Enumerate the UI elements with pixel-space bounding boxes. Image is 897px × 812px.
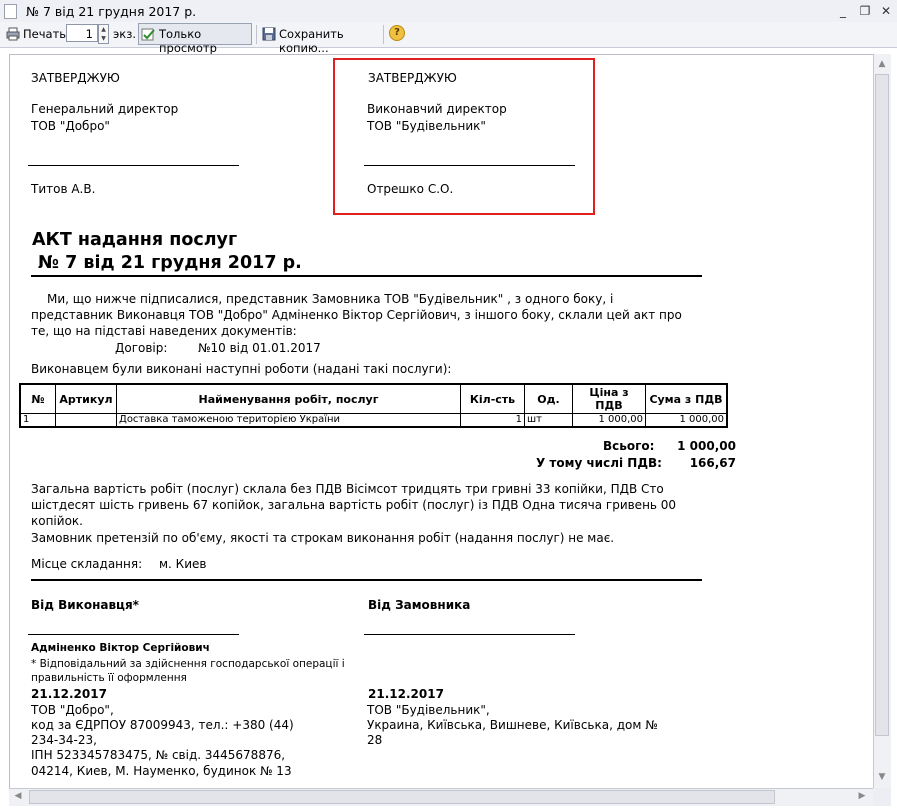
col-number: № <box>19 383 56 414</box>
services-table: № Артикул Найменування робіт, послуг Кіл… <box>19 383 728 428</box>
horizontal-scroll-thumb[interactable] <box>29 790 775 804</box>
chevron-down-icon[interactable]: ▼ <box>99 34 108 43</box>
approve-right-signer: Отрешко С.О. <box>367 182 454 196</box>
intro-text: Ми, що нижче підписалися, представник За… <box>47 292 614 306</box>
copies-spinner[interactable]: ▲ ▼ <box>98 24 109 44</box>
floppy-disk-icon <box>262 27 276 41</box>
minimize-button[interactable]: _ <box>834 3 852 19</box>
scroll-corner <box>873 788 891 806</box>
executor-address: 04214, Киев, М. Науменко, будинок № 13 <box>31 764 292 778</box>
col-article: Артикул <box>55 383 117 414</box>
signature-line <box>364 634 575 635</box>
title-bar: № 7 від 21 грудня 2017 р. _ ❐ ✕ <box>0 0 897 23</box>
cell-sum: 1 000,00 <box>645 413 728 428</box>
col-sum: Сума з ПДВ <box>645 383 728 414</box>
vat-label: У тому числі ПДВ: <box>536 456 662 470</box>
executor-address: код за ЄДРПОУ 87009943, тел.: +380 (44) <box>31 718 294 732</box>
customer-heading: Від Замовника <box>368 598 471 612</box>
restore-button[interactable]: ❐ <box>856 3 874 19</box>
save-copy-label: Сохранить копию... <box>279 27 344 55</box>
total-value: 1 000,00 <box>677 439 736 453</box>
view-only-toggle[interactable]: Только просмотр <box>138 23 252 55</box>
print-label: Печать <box>23 27 67 41</box>
col-unit: Од. <box>524 383 573 414</box>
approve-right-heading: ЗАТВЕРДЖУЮ <box>368 71 457 85</box>
view-only-label: Только просмотр <box>159 27 217 55</box>
col-name: Найменування робіт, послуг <box>116 383 461 414</box>
section-divider <box>31 579 702 581</box>
signature-line <box>364 165 575 166</box>
close-button[interactable]: ✕ <box>877 3 895 19</box>
sum-in-words: копійок. <box>31 514 83 528</box>
customer-address: 28 <box>367 733 383 747</box>
copies-input[interactable]: 1 <box>66 24 98 42</box>
vat-value: 166,67 <box>689 456 736 470</box>
help-button[interactable]: ? <box>389 25 405 41</box>
toolbar: Печать 1 ▲ ▼ экз. Только просмотр Сохран… <box>0 22 897 55</box>
sum-in-words: Загальна вартість робіт (послуг) склала … <box>31 482 664 496</box>
frame-border <box>9 54 873 55</box>
approve-right-company: ТОВ "Будівельник" <box>367 119 486 133</box>
cell-price: 1 000,00 <box>572 413 646 428</box>
act-title: АКТ надання послуг <box>32 230 238 250</box>
contract-value: №10 від 01.01.2017 <box>198 341 321 355</box>
copies-unit-label: экз. <box>113 27 137 41</box>
executor-note: правильність її оформлення <box>31 672 187 684</box>
approve-left-company: ТОВ "Добро" <box>31 119 110 133</box>
approve-left-heading: ЗАТВЕРДЖУЮ <box>31 71 120 85</box>
edit-check-icon <box>141 28 155 41</box>
executor-name: Адміненко Віктор Сергійович <box>31 642 210 654</box>
title-underline <box>31 275 702 277</box>
approve-left-position: Генеральний директор <box>31 102 179 116</box>
cell-article <box>55 413 117 428</box>
vertical-scroll-thumb[interactable] <box>875 74 889 736</box>
cell-quantity: 1 <box>460 413 525 428</box>
printer-icon <box>6 27 20 41</box>
executor-date: 21.12.2017 <box>31 687 107 701</box>
table-header-row: № Артикул Найменування робіт, послуг Кіл… <box>19 383 728 414</box>
customer-date: 21.12.2017 <box>368 687 444 701</box>
document-icon <box>4 4 17 19</box>
scroll-down-icon[interactable]: ▼ <box>875 772 889 782</box>
help-icon: ? <box>394 27 400 38</box>
horizontal-scrollbar[interactable]: ◀ ▶ <box>9 788 873 806</box>
customer-address: ТОВ "Будівельник", <box>367 703 490 717</box>
cell-number: 1 <box>19 413 56 428</box>
executor-heading: Від Виконавця* <box>31 598 139 612</box>
scroll-left-icon[interactable]: ◀ <box>11 791 25 801</box>
chevron-up-icon[interactable]: ▲ <box>99 25 108 34</box>
signature-line <box>28 165 239 166</box>
executor-note: * Відповідальний за здійснення господарс… <box>31 658 345 670</box>
toolbar-separator <box>256 25 257 44</box>
vertical-scrollbar[interactable]: ▲ ▼ <box>873 54 891 788</box>
scroll-right-icon[interactable]: ▶ <box>855 791 869 801</box>
claims-text: Замовник претензій по об'єму, якості та … <box>31 531 615 545</box>
toolbar-separator <box>383 25 384 44</box>
place-label: Місце складання: <box>31 557 143 571</box>
approve-left-signer: Титов А.В. <box>31 182 96 196</box>
print-button[interactable]: Печать <box>4 24 66 44</box>
approve-right-position: Виконавчий директор <box>367 102 507 116</box>
scroll-up-icon[interactable]: ▲ <box>875 59 889 69</box>
customer-address: Украина, Київська, Вишневе, Київська, до… <box>367 718 658 732</box>
intro-text: представник Виконавця ТОВ "Добро" Адміне… <box>31 308 682 322</box>
executor-address: 234-34-23, <box>31 733 97 747</box>
cell-name: Доставка таможеною територією України <box>116 413 461 428</box>
act-number: № 7 від 21 грудня 2017 р. <box>38 253 302 273</box>
total-label: Всього: <box>603 439 655 453</box>
table-row: 1 Доставка таможеною територією України … <box>19 413 728 428</box>
col-price: Ціна з ПДВ <box>572 383 646 414</box>
window-title: № 7 від 21 грудня 2017 р. <box>26 4 197 19</box>
executor-address: ІПН 523345783475, № свід. 3445678876, <box>31 748 286 762</box>
place-value: м. Киев <box>159 557 207 571</box>
sum-in-words: шістдесят шість гривень 67 копійок, зага… <box>31 498 677 512</box>
works-intro: Виконавцем були виконані наступні роботи… <box>31 362 452 376</box>
col-quantity: Кіл-сть <box>460 383 525 414</box>
save-copy-button[interactable]: Сохранить копию... <box>260 24 378 55</box>
contract-label: Договір: <box>115 341 168 355</box>
cell-unit: шт <box>524 413 573 428</box>
intro-text: те, що на підставі наведених документів: <box>31 324 297 338</box>
signature-line <box>28 634 239 635</box>
executor-address: ТОВ "Добро", <box>31 703 114 717</box>
